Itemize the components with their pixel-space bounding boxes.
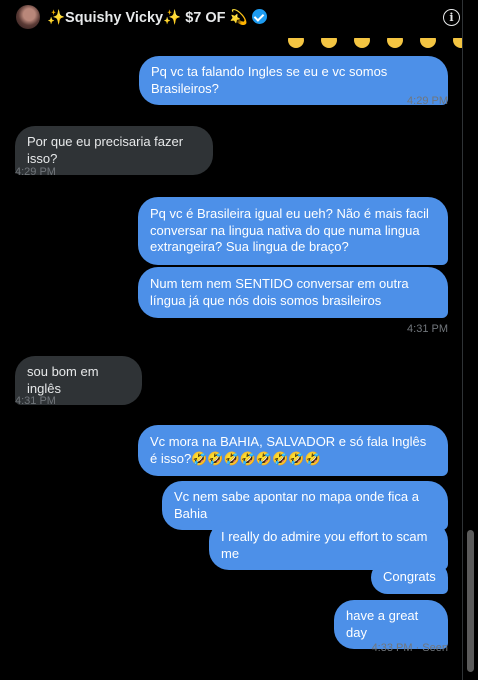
message-bubble-outgoing[interactable]: Pq vc ta falando Ingles se eu e vc somos… (139, 56, 448, 105)
conversation-title[interactable]: ✨Squishy Vicky✨ $7 OF 💫 (47, 9, 267, 26)
conversation-title-text: ✨Squishy Vicky✨ $7 OF 💫 (47, 10, 248, 26)
message-timestamp: 4:29 PM (15, 166, 56, 178)
conversation-header: ✨Squishy Vicky✨ $7 OF 💫 i (0, 0, 462, 38)
message-timestamp: 4:29 PM (407, 95, 448, 107)
message-bubble-outgoing[interactable]: Num tem nem SENTIDO conversar em outra l… (138, 267, 448, 318)
message-timestamp-seen: 4:33 PM · Seen (371, 642, 448, 654)
message-timestamp: 4:31 PM (407, 323, 448, 335)
avatar[interactable] (16, 5, 40, 29)
verified-badge-icon (251, 9, 267, 24)
scrollbar-thumb[interactable] (467, 530, 474, 672)
message-bubble-outgoing[interactable]: Congrats (371, 561, 448, 594)
message-bubble-outgoing[interactable]: Pq vc é Brasileira igual eu ueh? Não é m… (138, 197, 448, 265)
info-icon[interactable]: i (443, 9, 460, 26)
message-bubble-outgoing[interactable]: Vc mora na BAHIA, SALVADOR e só fala Ing… (138, 425, 448, 476)
message-timestamp: 4:31 PM (15, 395, 56, 407)
scrollbar[interactable] (462, 0, 478, 680)
previous-message-emoji-row (288, 36, 469, 50)
